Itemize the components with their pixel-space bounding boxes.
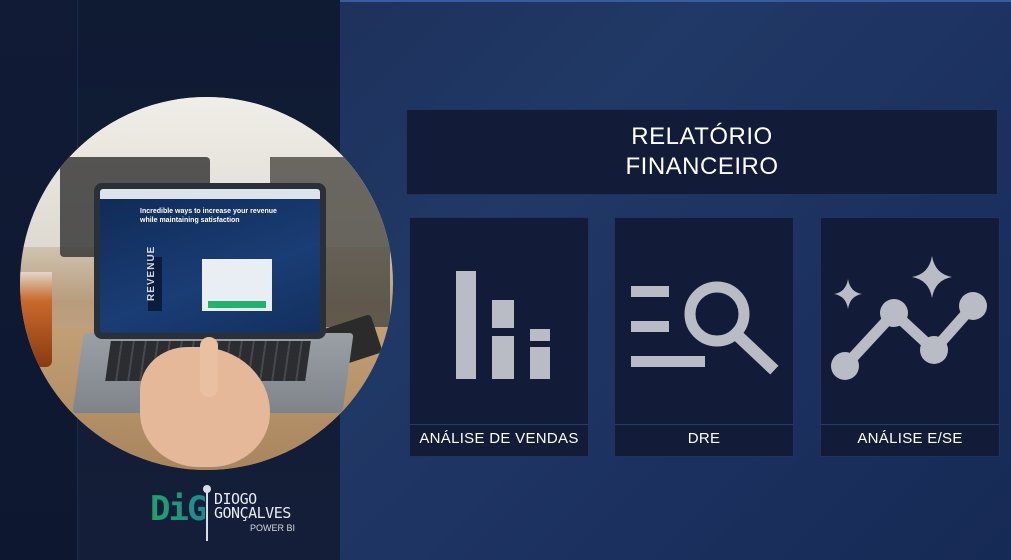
card-divider: [821, 424, 999, 425]
search-list-icon: [631, 281, 779, 375]
report-title-box: RELATÓRIO FINANCEIRO: [406, 109, 998, 195]
bar-chart-icon: [456, 271, 550, 379]
photo-glass: [20, 272, 52, 367]
logo-name-last: GONÇALVES: [214, 504, 291, 522]
card-label: DRE: [687, 430, 721, 447]
report-title-line1: RELATÓRIO: [631, 123, 773, 150]
brand-logo: DiG DIOGO GONÇALVES POWER BI: [150, 485, 300, 545]
cover-photo: Incredible ways to increase your revenue…: [20, 97, 393, 470]
card-label: ANÁLISE E/SE: [857, 430, 963, 447]
laptop-form-button: [208, 301, 266, 308]
laptop-browser-bar: [100, 189, 320, 199]
logo-tagline: POWER BI: [250, 523, 296, 533]
nav-card-sales-analysis[interactable]: ANÁLISE DE VENDAS: [409, 217, 589, 457]
trend-sparkle-icon: [831, 256, 987, 380]
card-divider: [615, 424, 793, 425]
nav-card-dre[interactable]: DRE: [614, 217, 794, 457]
card-label: ANÁLISE DE VENDAS: [419, 430, 579, 447]
laptop-revenue-text: REVENUE: [146, 245, 157, 301]
nav-card-analysis-ese[interactable]: ANÁLISE E/SE: [820, 217, 1000, 457]
laptop-headline: Incredible ways to increase your revenue…: [140, 208, 277, 224]
logo-separator: [206, 487, 208, 541]
laptop-display: Incredible ways to increase your revenue…: [100, 189, 320, 333]
top-accent-line: [340, 0, 1011, 2]
logo-mark: DiG: [150, 489, 207, 529]
photo-finger: [200, 337, 218, 397]
report-title-line2: FINANCEIRO: [625, 153, 779, 180]
laptop-screen: Incredible ways to increase your revenue…: [94, 183, 326, 339]
card-divider: [410, 424, 588, 425]
